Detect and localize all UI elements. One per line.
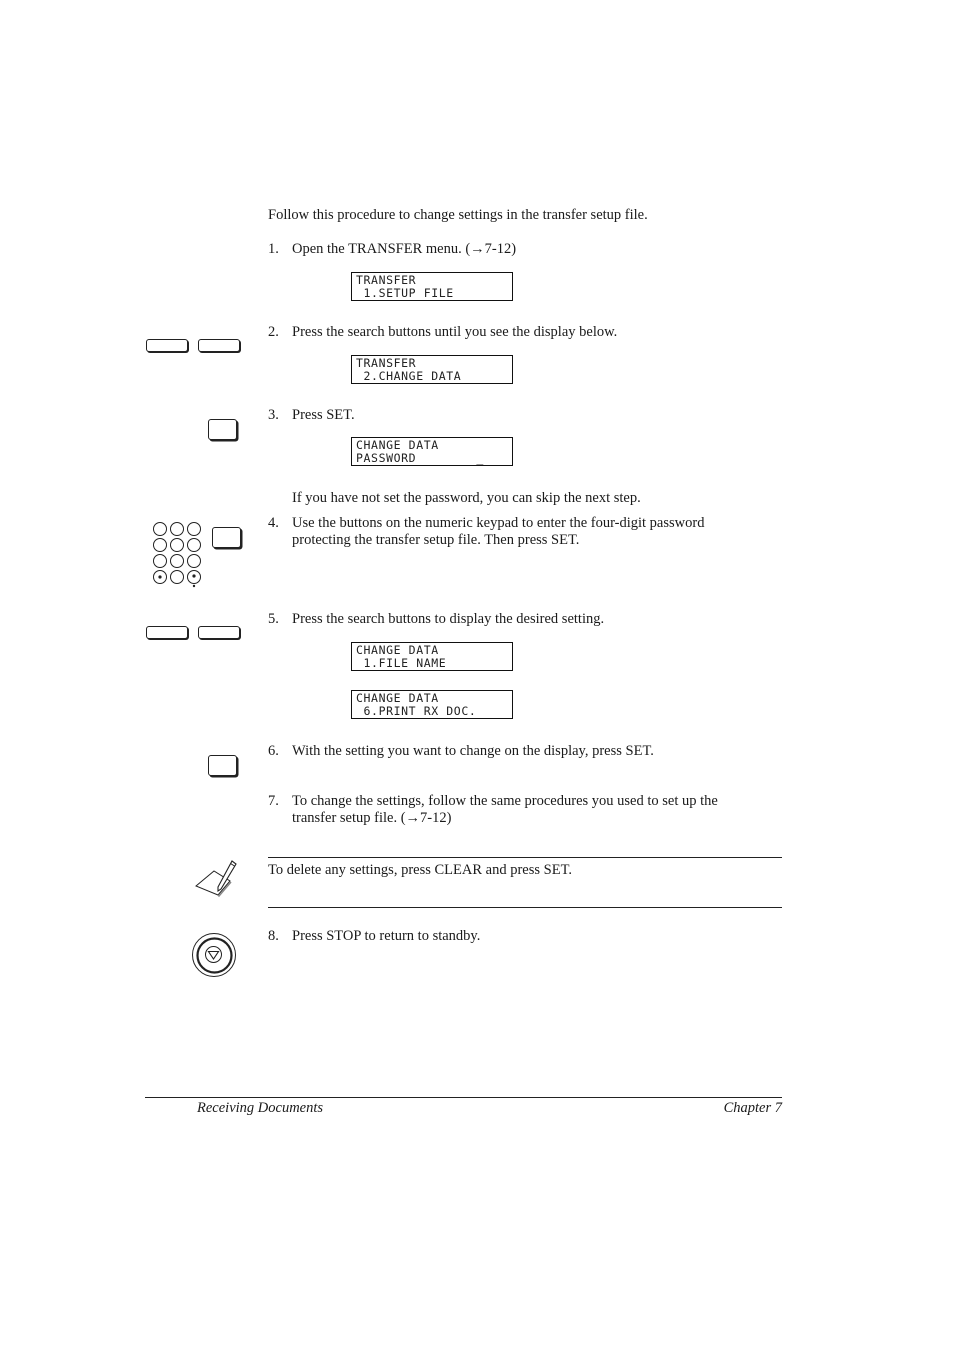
step-3-number: 3. xyxy=(268,407,279,423)
skip-note: If you have not set the password, you ca… xyxy=(292,490,641,506)
lcd-display-transfer-change-data: TRANSFER 2.CHANGE DATA xyxy=(351,355,513,384)
note-text: To delete any settings, press CLEAR and … xyxy=(268,862,572,878)
search-button-right-icon xyxy=(198,626,240,639)
step-8-number: 8. xyxy=(268,928,279,944)
step-5-text: Press the search buttons to display the … xyxy=(292,611,605,627)
lcd-line-2: PASSWORD _ xyxy=(356,451,484,465)
footer-rule xyxy=(145,1097,782,1098)
step-7-number: 7. xyxy=(268,793,279,809)
step-3-text: Press SET. xyxy=(292,407,355,423)
lcd-display-print-rx-doc: CHANGE DATA 6.PRINT RX DOC. xyxy=(351,690,513,719)
search-button-right-icon xyxy=(198,339,240,352)
step-5-number: 5. xyxy=(268,611,279,627)
step-7-text-line-2: transfer setup file. (→7-12) xyxy=(292,810,452,826)
note-bottom-rule xyxy=(268,907,782,908)
lcd-line-2: 2.CHANGE DATA xyxy=(356,369,462,383)
intro-text: Follow this procedure to change settings… xyxy=(268,207,648,223)
set-button-icon xyxy=(208,755,237,776)
lcd-display-change-data-password: CHANGE DATA PASSWORD _ xyxy=(351,437,513,466)
lcd-line-2: 6.PRINT RX DOC. xyxy=(356,704,477,718)
step-1-text: Open the TRANSFER menu. (→7-12) xyxy=(292,241,517,257)
lcd-line-2: 1.FILE NAME xyxy=(356,656,447,670)
step-6-text: With the setting you want to change on t… xyxy=(292,743,654,759)
numeric-keypad-icon xyxy=(153,522,201,588)
stop-button-icon xyxy=(192,933,236,977)
step-1-number: 1. xyxy=(268,241,279,257)
set-button-icon xyxy=(212,527,241,548)
step-2-text: Press the search buttons until you see t… xyxy=(292,324,618,340)
step-4-text-line-1: Use the buttons on the numeric keypad to… xyxy=(292,515,705,531)
lcd-display-transfer-setup-file: TRANSFER 1.SETUP FILE xyxy=(351,272,513,301)
note-top-rule xyxy=(268,857,782,858)
step-4-number: 4. xyxy=(268,515,279,531)
step-2-number: 2. xyxy=(268,324,279,340)
footer-section-title: Receiving Documents xyxy=(197,1100,324,1116)
step-4-text-line-2: protecting the transfer setup file. Then… xyxy=(292,532,580,548)
lcd-display-file-name: CHANGE DATA 1.FILE NAME xyxy=(351,642,513,671)
step-6-number: 6. xyxy=(268,743,279,759)
step-8-text: Press STOP to return to standby. xyxy=(292,928,481,944)
search-button-left-icon xyxy=(146,339,188,352)
lcd-line-2: 1.SETUP FILE xyxy=(356,286,454,300)
set-button-icon xyxy=(208,419,237,440)
search-button-left-icon xyxy=(146,626,188,639)
footer-chapter: Chapter 7 xyxy=(723,1100,782,1116)
note-pencil-icon xyxy=(195,860,237,898)
step-7-text-line-1: To change the settings, follow the same … xyxy=(292,793,718,809)
